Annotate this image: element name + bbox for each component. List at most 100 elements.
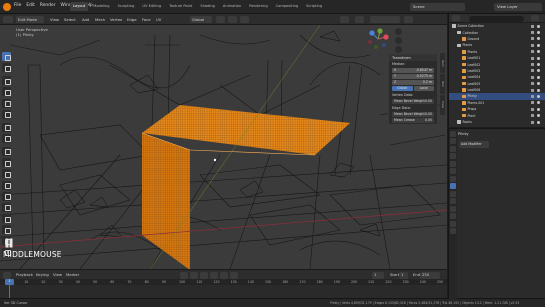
timeline-menu-playback[interactable]: Playback — [14, 272, 35, 279]
blender-logo-icon[interactable] — [3, 3, 11, 11]
outliner-editor-icon[interactable] — [452, 15, 460, 21]
visibility-eye-icon[interactable] — [537, 24, 540, 28]
edge-crease-field[interactable]: Mean Crease 0.00 — [392, 118, 434, 123]
inset-tool-icon[interactable] — [2, 158, 11, 168]
particles-tab-icon[interactable] — [450, 190, 456, 197]
start-frame-field[interactable]: 1 — [399, 271, 408, 279]
extrude-tool-icon[interactable] — [2, 146, 11, 156]
visibility-eye-icon[interactable] — [537, 56, 540, 60]
play-icon[interactable] — [210, 271, 218, 279]
menu-uv[interactable]: UV — [154, 16, 163, 23]
modifier-tab-icon[interactable] — [450, 183, 456, 189]
sidebar-tab-item[interactable]: Item — [440, 53, 445, 73]
transform-tool-icon[interactable] — [2, 109, 11, 119]
vertex-bevel-weight-field[interactable]: Mean Bevel Weight 0.00 — [392, 99, 434, 104]
smooth-tool-icon[interactable] — [2, 225, 11, 235]
tab-shading[interactable]: Shading — [197, 2, 218, 11]
menu-render[interactable]: Render — [40, 3, 56, 8]
render-toggle-icon[interactable] — [531, 94, 534, 98]
play-reverse-icon[interactable] — [200, 271, 208, 279]
data-tab-icon[interactable] — [450, 213, 456, 219]
camera-view-icon[interactable] — [395, 46, 402, 53]
render-toggle-icon[interactable] — [531, 75, 534, 79]
proportional-edit-icon[interactable] — [240, 16, 249, 23]
visibility-eye-icon[interactable] — [537, 43, 540, 47]
tab-rendering[interactable]: Rendering — [246, 2, 270, 11]
visibility-eye-icon[interactable] — [537, 101, 540, 105]
scene-selector[interactable]: Scene — [410, 3, 465, 11]
tab-scripting[interactable]: Scripting — [303, 2, 325, 11]
render-toggle-icon[interactable] — [531, 107, 534, 111]
render-toggle-icon[interactable] — [531, 69, 534, 73]
tab-animation[interactable]: Animation — [220, 2, 244, 11]
visibility-eye-icon[interactable] — [537, 75, 540, 79]
visibility-eye-icon[interactable] — [537, 37, 540, 41]
overlay-icon[interactable] — [340, 16, 349, 23]
object-tab-icon[interactable] — [450, 175, 456, 182]
selected-mesh-plinky[interactable] — [141, 105, 350, 269]
render-toggle-icon[interactable] — [531, 82, 534, 86]
render-toggle-icon[interactable] — [531, 88, 534, 92]
median-z-field[interactable]: Z 0.2 m — [392, 80, 434, 85]
visibility-eye-icon[interactable] — [537, 50, 540, 54]
loop-cut-tool-icon[interactable] — [2, 180, 11, 190]
render-toggle-icon[interactable] — [531, 120, 534, 124]
pan-hand-icon[interactable] — [395, 37, 402, 44]
menu-vertex[interactable]: Vertex — [108, 16, 124, 23]
global-button[interactable]: Global — [392, 86, 413, 91]
editor-type-icon[interactable] — [3, 16, 13, 23]
snap-icon[interactable] — [228, 16, 237, 23]
next-keyframe-icon[interactable] — [220, 271, 228, 279]
visibility-eye-icon[interactable] — [537, 69, 540, 73]
mode-selector[interactable]: Edit Mode — [16, 16, 44, 23]
sidebar-tab-view[interactable]: View — [440, 95, 445, 115]
pivot-icon[interactable] — [216, 16, 225, 23]
median-y-field[interactable]: Y -0.5275 m — [392, 74, 434, 79]
render-toggle-icon[interactable] — [531, 101, 534, 105]
shading-options-icon[interactable] — [404, 16, 413, 23]
xray-icon[interactable] — [355, 16, 364, 23]
spin-tool-icon[interactable] — [2, 214, 11, 224]
render-toggle-icon[interactable] — [531, 43, 534, 47]
render-toggle-icon[interactable] — [531, 37, 534, 41]
median-x-field[interactable]: X -0.6547 m — [392, 68, 434, 73]
tab-sculpting[interactable]: Sculpting — [115, 2, 138, 11]
timeline-menu-view[interactable]: View — [51, 272, 64, 279]
outliner-search-input[interactable] — [469, 15, 524, 22]
timeline-editor-icon[interactable] — [3, 271, 11, 279]
menu-edge[interactable]: Edge — [125, 16, 139, 23]
physics-tab-icon[interactable] — [450, 198, 456, 204]
annotate-tool-icon[interactable] — [2, 122, 11, 132]
visibility-eye-icon[interactable] — [537, 82, 540, 86]
menu-add[interactable]: Add — [80, 16, 91, 23]
prev-keyframe-icon[interactable] — [190, 271, 198, 279]
scene-tab-icon[interactable] — [450, 160, 456, 167]
rotate-tool-icon[interactable] — [2, 87, 11, 97]
render-toggle-icon[interactable] — [531, 50, 534, 54]
menu-select[interactable]: Select — [62, 16, 78, 23]
3d-viewport[interactable]: User Perspective (1) Plinky Transform Me… — [0, 25, 447, 269]
timeline[interactable]: 1102030405060708090100110120130140150160… — [0, 279, 447, 298]
visibility-eye-icon[interactable] — [537, 31, 540, 35]
add-modifier-button[interactable]: Add Modifier — [459, 141, 489, 148]
render-toggle-icon[interactable] — [531, 114, 534, 118]
visibility-eye-icon[interactable] — [537, 88, 540, 92]
timeline-menu-marker[interactable]: Marker — [64, 272, 81, 279]
sidebar-tab-tool[interactable]: Tool — [440, 74, 445, 94]
visibility-eye-icon[interactable] — [537, 94, 540, 98]
navigation-gizmo[interactable] — [366, 27, 390, 51]
select-box-tool-icon[interactable] — [2, 52, 11, 61]
render-toggle-icon[interactable] — [531, 56, 534, 60]
output-tab-icon[interactable] — [450, 145, 456, 152]
tool-tab-icon[interactable] — [450, 130, 456, 137]
menu-file[interactable]: File — [14, 3, 21, 8]
move-tool-icon[interactable] — [2, 76, 11, 86]
render-tab-icon[interactable] — [450, 138, 456, 144]
bevel-tool-icon[interactable] — [2, 169, 11, 179]
measure-tool-icon[interactable] — [2, 133, 11, 143]
menu-face[interactable]: Face — [140, 16, 153, 23]
visibility-eye-icon[interactable] — [537, 63, 540, 67]
constraints-tab-icon[interactable] — [450, 205, 456, 212]
end-frame-field[interactable]: 250 — [420, 271, 440, 279]
shading-modes[interactable] — [370, 16, 400, 23]
